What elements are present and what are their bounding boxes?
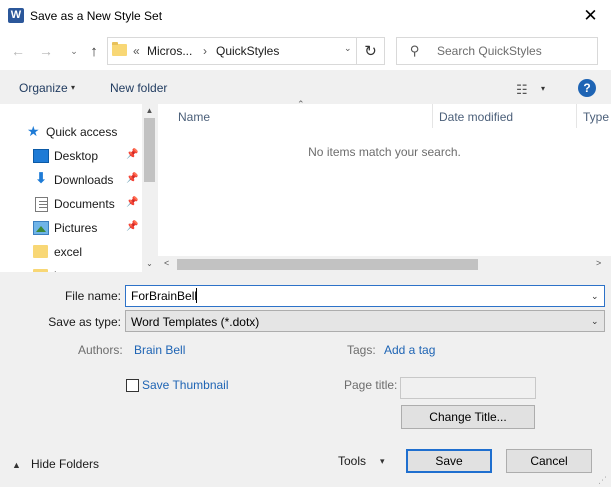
download-icon: ⬇ bbox=[34, 170, 48, 187]
search-icon: ⚲ bbox=[410, 43, 420, 58]
new-folder-button[interactable]: New folder bbox=[110, 81, 167, 95]
tools-button[interactable]: Tools bbox=[338, 454, 366, 468]
save-thumbnail-checkbox[interactable] bbox=[126, 379, 139, 392]
cancel-button[interactable]: Cancel bbox=[506, 449, 592, 473]
nav-item-quick-access[interactable]: ★ Quick access bbox=[0, 121, 142, 143]
up-arrow-icon[interactable]: ↑ bbox=[84, 42, 104, 60]
nav-item-label: Pictures bbox=[54, 221, 98, 235]
tags-label: Tags: bbox=[347, 343, 376, 357]
document-icon bbox=[35, 197, 48, 212]
page-title-label: Page title: bbox=[344, 378, 398, 392]
nav-item-partial[interactable]: l bbox=[0, 265, 142, 272]
nav-item-excel[interactable]: excel bbox=[0, 241, 142, 263]
folder-icon bbox=[112, 42, 127, 56]
pin-icon: 📌 bbox=[126, 173, 139, 184]
scroll-left-icon[interactable]: < bbox=[164, 258, 169, 268]
breadcrumb-quickstyles[interactable]: QuickStyles bbox=[216, 44, 279, 58]
nav-item-pictures[interactable]: Pictures 📌 bbox=[0, 217, 142, 239]
pin-icon: 📌 bbox=[126, 197, 139, 208]
view-caret-icon[interactable]: ▾ bbox=[541, 84, 545, 93]
hide-folders-caret-icon[interactable]: ▲ bbox=[12, 460, 21, 470]
forward-arrow-icon[interactable]: → bbox=[36, 42, 56, 60]
save-as-type-value[interactable]: Word Templates (*.dotx) bbox=[131, 315, 259, 329]
nav-item-desktop[interactable]: Desktop 📌 bbox=[0, 145, 142, 167]
nav-item-label: Documents bbox=[54, 197, 115, 211]
file-list bbox=[158, 104, 611, 272]
view-options-icon[interactable]: ☷ bbox=[516, 82, 528, 98]
desktop-icon bbox=[33, 149, 49, 163]
nav-item-label: excel bbox=[54, 245, 83, 259]
column-divider[interactable] bbox=[576, 104, 577, 128]
column-header-type[interactable]: Type bbox=[583, 110, 609, 124]
file-name-label: File name: bbox=[64, 289, 121, 303]
hide-folders-button[interactable]: Hide Folders bbox=[31, 457, 99, 471]
authors-label: Authors: bbox=[78, 343, 123, 357]
column-header-date-modified[interactable]: Date modified bbox=[439, 110, 513, 124]
tags-input[interactable]: Add a tag bbox=[384, 343, 435, 357]
horizontal-scroll-thumb[interactable] bbox=[177, 259, 478, 270]
organize-button[interactable]: Organize bbox=[19, 81, 68, 95]
folder-icon bbox=[33, 269, 48, 272]
file-name-dropdown-chevron-icon[interactable]: ⌄ bbox=[591, 291, 599, 302]
scroll-down-icon[interactable]: ⌄ bbox=[142, 259, 157, 268]
text-caret bbox=[196, 288, 197, 303]
nav-item-label: Downloads bbox=[54, 173, 114, 187]
column-header-name[interactable]: Name bbox=[178, 110, 210, 124]
close-icon[interactable]: ✕ bbox=[570, 0, 611, 32]
word-app-icon: W bbox=[8, 8, 24, 23]
address-dropdown-chevron-icon[interactable]: ⌄ bbox=[344, 43, 352, 54]
search-placeholder: Search QuickStyles bbox=[437, 44, 542, 58]
nav-item-label: l bbox=[54, 269, 57, 272]
save-button[interactable]: Save bbox=[406, 449, 492, 473]
page-title-input[interactable] bbox=[400, 377, 536, 399]
resize-grip-icon[interactable]: ⋰ bbox=[598, 475, 607, 486]
pin-icon: 📌 bbox=[126, 149, 139, 160]
breadcrumb-overflow[interactable]: « bbox=[133, 44, 140, 58]
window-title: Save as a New Style Set bbox=[30, 9, 163, 23]
back-arrow-icon[interactable]: ← bbox=[8, 42, 28, 60]
change-title-button[interactable]: Change Title... bbox=[401, 405, 535, 429]
star-icon: ★ bbox=[27, 123, 40, 139]
folder-icon bbox=[33, 245, 48, 258]
save-as-type-chevron-icon[interactable]: ⌄ bbox=[591, 316, 599, 327]
nav-item-label: Desktop bbox=[54, 149, 99, 163]
nav-item-label: Quick access bbox=[46, 125, 118, 139]
empty-message: No items match your search. bbox=[308, 145, 461, 159]
pictures-icon bbox=[33, 221, 49, 235]
nav-item-documents[interactable]: Documents 📌 bbox=[0, 193, 142, 215]
help-icon[interactable]: ? bbox=[578, 79, 596, 97]
scroll-right-icon[interactable]: > bbox=[596, 258, 601, 268]
tools-caret-icon[interactable]: ▾ bbox=[380, 456, 385, 467]
sort-arrow-icon: ⌃ bbox=[297, 99, 305, 109]
breadcrumb-separator-icon[interactable]: › bbox=[203, 44, 207, 58]
nav-scroll-thumb[interactable] bbox=[144, 118, 155, 182]
organize-caret-icon[interactable]: ▾ bbox=[71, 83, 75, 92]
file-name-value[interactable]: ForBrainBell bbox=[131, 289, 197, 303]
nav-item-downloads[interactable]: ⬇ Downloads 📌 bbox=[0, 169, 142, 191]
save-as-type-label: Save as type: bbox=[48, 315, 121, 329]
save-thumbnail-label[interactable]: Save Thumbnail bbox=[142, 378, 229, 392]
scroll-up-icon[interactable]: ▲ bbox=[142, 106, 157, 115]
column-divider[interactable] bbox=[432, 104, 433, 128]
refresh-icon[interactable]: ↻ bbox=[356, 38, 384, 64]
recent-locations-chevron-icon[interactable]: ⌄ bbox=[64, 42, 84, 60]
breadcrumb-microsoft[interactable]: Micros... bbox=[147, 44, 192, 58]
pin-icon: 📌 bbox=[126, 221, 139, 232]
authors-value[interactable]: Brain Bell bbox=[134, 343, 185, 357]
navigation-pane: ★ Quick access Desktop 📌 ⬇ Downloads 📌 D… bbox=[0, 104, 157, 272]
